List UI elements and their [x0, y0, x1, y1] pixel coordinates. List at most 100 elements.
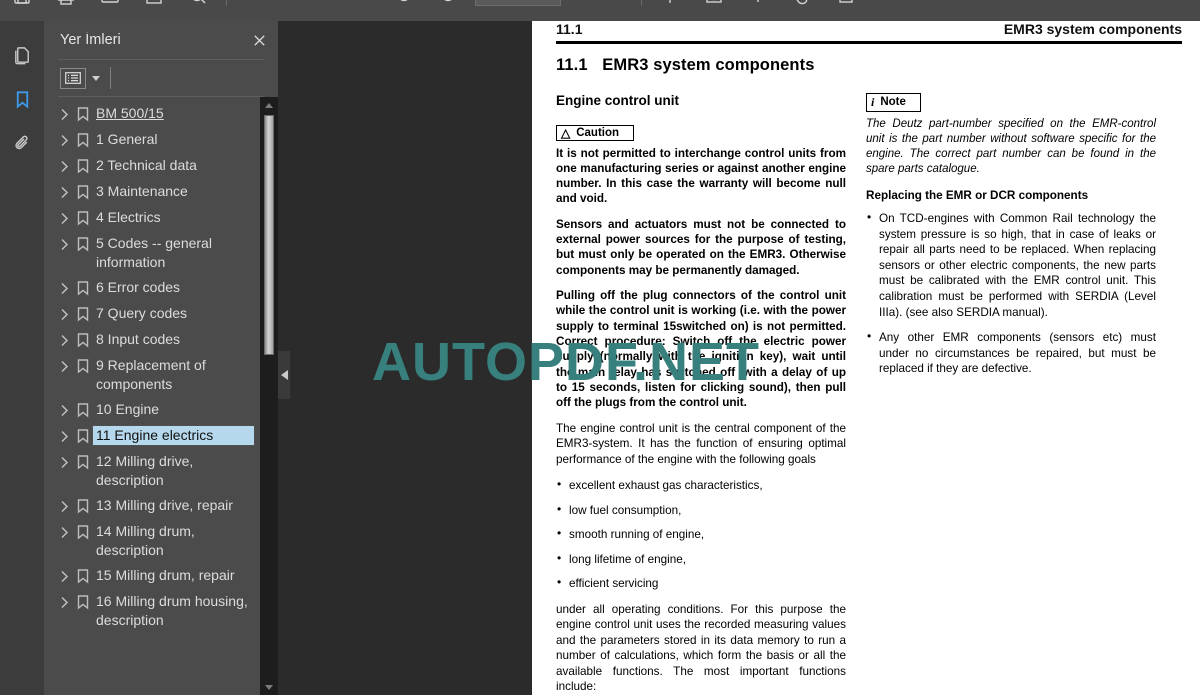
bookmark-item[interactable]: 3 Maintenance: [44, 179, 260, 205]
bookmark-label: 9 Replacement of components: [96, 357, 206, 392]
bookmark-item[interactable]: 10 Engine: [44, 397, 260, 423]
goal-item: efficient servicing: [556, 575, 846, 592]
bookmark-label: 6 Error codes: [96, 279, 181, 295]
chevron-right-icon[interactable]: [56, 208, 72, 228]
chevron-right-icon[interactable]: [56, 278, 72, 298]
bookmark-label: 5 Codes -- general information: [96, 235, 212, 270]
bookmark-icon: [72, 234, 94, 254]
bookmark-item[interactable]: 15 Milling drum, repair: [44, 563, 260, 589]
collapse-sidebar-handle[interactable]: [278, 351, 290, 399]
sidebar-item-attachments[interactable]: [0, 121, 44, 165]
chevron-right-icon[interactable]: [56, 452, 72, 472]
replacing-item: On TCD-engines with Common Rail technolo…: [866, 210, 1156, 320]
bookmark-item[interactable]: 8 Input codes: [44, 327, 260, 353]
list-options-icon[interactable]: [60, 67, 86, 89]
select-tool-icon[interactable]: [648, 0, 692, 18]
fit-page-icon[interactable]: [824, 0, 868, 18]
bookmarks-panel-header: Yer İmleri: [44, 21, 278, 59]
bookmark-icon: [72, 496, 94, 516]
bookmark-label: 8 Input codes: [96, 331, 181, 347]
chevron-down-icon[interactable]: [591, 0, 635, 18]
page-number-display[interactable]: 404: [565, 0, 591, 2]
bookmark-label: 12 Milling drive, description: [96, 453, 194, 488]
save-icon[interactable]: [0, 0, 44, 18]
chevron-right-icon[interactable]: [56, 234, 72, 254]
scroll-down-icon[interactable]: [260, 679, 278, 695]
bookmark-item[interactable]: 6 Error codes: [44, 275, 260, 301]
zoom-in-icon[interactable]: [427, 0, 471, 18]
bookmark-item[interactable]: 13 Milling drive, repair: [44, 493, 260, 519]
bookmark-icon: [72, 452, 94, 472]
bookmark-item[interactable]: 5 Codes -- general information: [44, 231, 260, 275]
close-icon[interactable]: [248, 29, 270, 51]
chevron-right-icon[interactable]: [56, 330, 72, 350]
bookmark-icon: [72, 130, 94, 150]
bookmark-item[interactable]: 12 Milling drive, description: [44, 449, 260, 493]
chevron-right-icon[interactable]: [56, 156, 72, 176]
bookmark-icon: [72, 356, 94, 376]
toolbar-divider: [110, 67, 111, 89]
bookmark-item[interactable]: 16 Milling drum housing, description: [44, 589, 260, 633]
caution-paragraph: It is not permitted to interchange contr…: [556, 146, 846, 206]
bookmark-item[interactable]: 4 Electrics: [44, 205, 260, 231]
section-number: 11.1: [556, 55, 588, 74]
chevron-right-icon[interactable]: [56, 304, 72, 324]
zoom-out-icon[interactable]: [383, 0, 427, 18]
chevron-right-icon[interactable]: [56, 400, 72, 420]
text-tool-icon[interactable]: [736, 0, 780, 18]
section-title: EMR3 system components: [602, 55, 815, 74]
replacing-item: Any other EMR components (sensors etc) m…: [866, 329, 1156, 377]
bookmark-item[interactable]: 11 Engine electrics: [44, 423, 260, 449]
caution-paragraph: Pulling off the plug connectors of the c…: [556, 289, 846, 410]
chevron-right-icon[interactable]: [56, 104, 72, 124]
bookmarks-panel: Yer İmleri BM 500/15 1 General 2 Technical…: [44, 21, 278, 695]
bookmarks-list: BM 500/15 1 General 2 Technical data 3 Main…: [44, 97, 260, 695]
bookmark-item[interactable]: 14 Milling drum, description: [44, 519, 260, 563]
more-options-icon[interactable]: [868, 0, 912, 18]
bookmark-item[interactable]: 7 Query codes: [44, 301, 260, 327]
chevron-right-icon[interactable]: [56, 566, 72, 586]
bookmark-item[interactable]: 9 Replacement of components: [44, 353, 260, 397]
bookmark-icon: [72, 156, 94, 176]
bookmark-icon: [72, 208, 94, 228]
chevron-right-icon[interactable]: [56, 130, 72, 150]
bookmark-label: 14 Milling drum, description: [96, 523, 195, 558]
print-icon[interactable]: [44, 0, 88, 18]
chevron-right-icon[interactable]: [56, 182, 72, 202]
info-icon: i: [871, 94, 875, 109]
snapshot-icon[interactable]: [692, 0, 736, 18]
sidebar-item-pages[interactable]: [0, 33, 44, 77]
bookmark-icon: [72, 592, 94, 612]
chevron-right-icon[interactable]: [56, 356, 72, 376]
section-heading: 11.1 EMR3 system components: [556, 56, 1182, 75]
search-icon[interactable]: [176, 0, 220, 18]
pages-view-icon[interactable]: [132, 0, 176, 18]
chevron-right-icon[interactable]: [56, 496, 72, 516]
bookmark-item[interactable]: BM 500/15: [44, 101, 260, 127]
chevron-right-icon[interactable]: [56, 426, 72, 446]
chevron-right-icon[interactable]: [56, 592, 72, 612]
caution-badge: △ Caution: [556, 124, 635, 141]
email-icon[interactable]: [88, 0, 132, 18]
bookmark-item[interactable]: 1 General: [44, 127, 260, 153]
goal-item: low fuel consumption,: [556, 502, 846, 519]
goal-item: smooth running of engine,: [556, 526, 846, 543]
bookmark-icon: [72, 182, 94, 202]
chevron-down-icon[interactable]: [92, 75, 100, 81]
goal-item: long lifetime of engine,: [556, 551, 846, 568]
intro-paragraph: The engine control unit is the central c…: [556, 421, 846, 466]
chevron-right-icon[interactable]: [56, 522, 72, 542]
replacing-heading: Replacing the EMR or DCR components: [866, 189, 1089, 203]
bookmarks-scrollbar[interactable]: [260, 97, 278, 695]
scroll-up-icon[interactable]: [260, 97, 278, 113]
bookmark-icon: [72, 566, 94, 586]
scrollbar-thumb[interactable]: [264, 115, 274, 355]
hand-tool-icon[interactable]: [780, 0, 824, 18]
toolbar-separator-2: [641, 0, 643, 6]
bookmark-item[interactable]: 2 Technical data: [44, 153, 260, 179]
page-columns: Engine control unit △ Caution It is not …: [556, 92, 1182, 695]
zoom-field[interactable]: [475, 0, 561, 6]
note-badge: i Note: [866, 92, 921, 112]
warning-triangle-icon: △: [561, 125, 571, 140]
sidebar-item-bookmarks[interactable]: [0, 77, 44, 121]
